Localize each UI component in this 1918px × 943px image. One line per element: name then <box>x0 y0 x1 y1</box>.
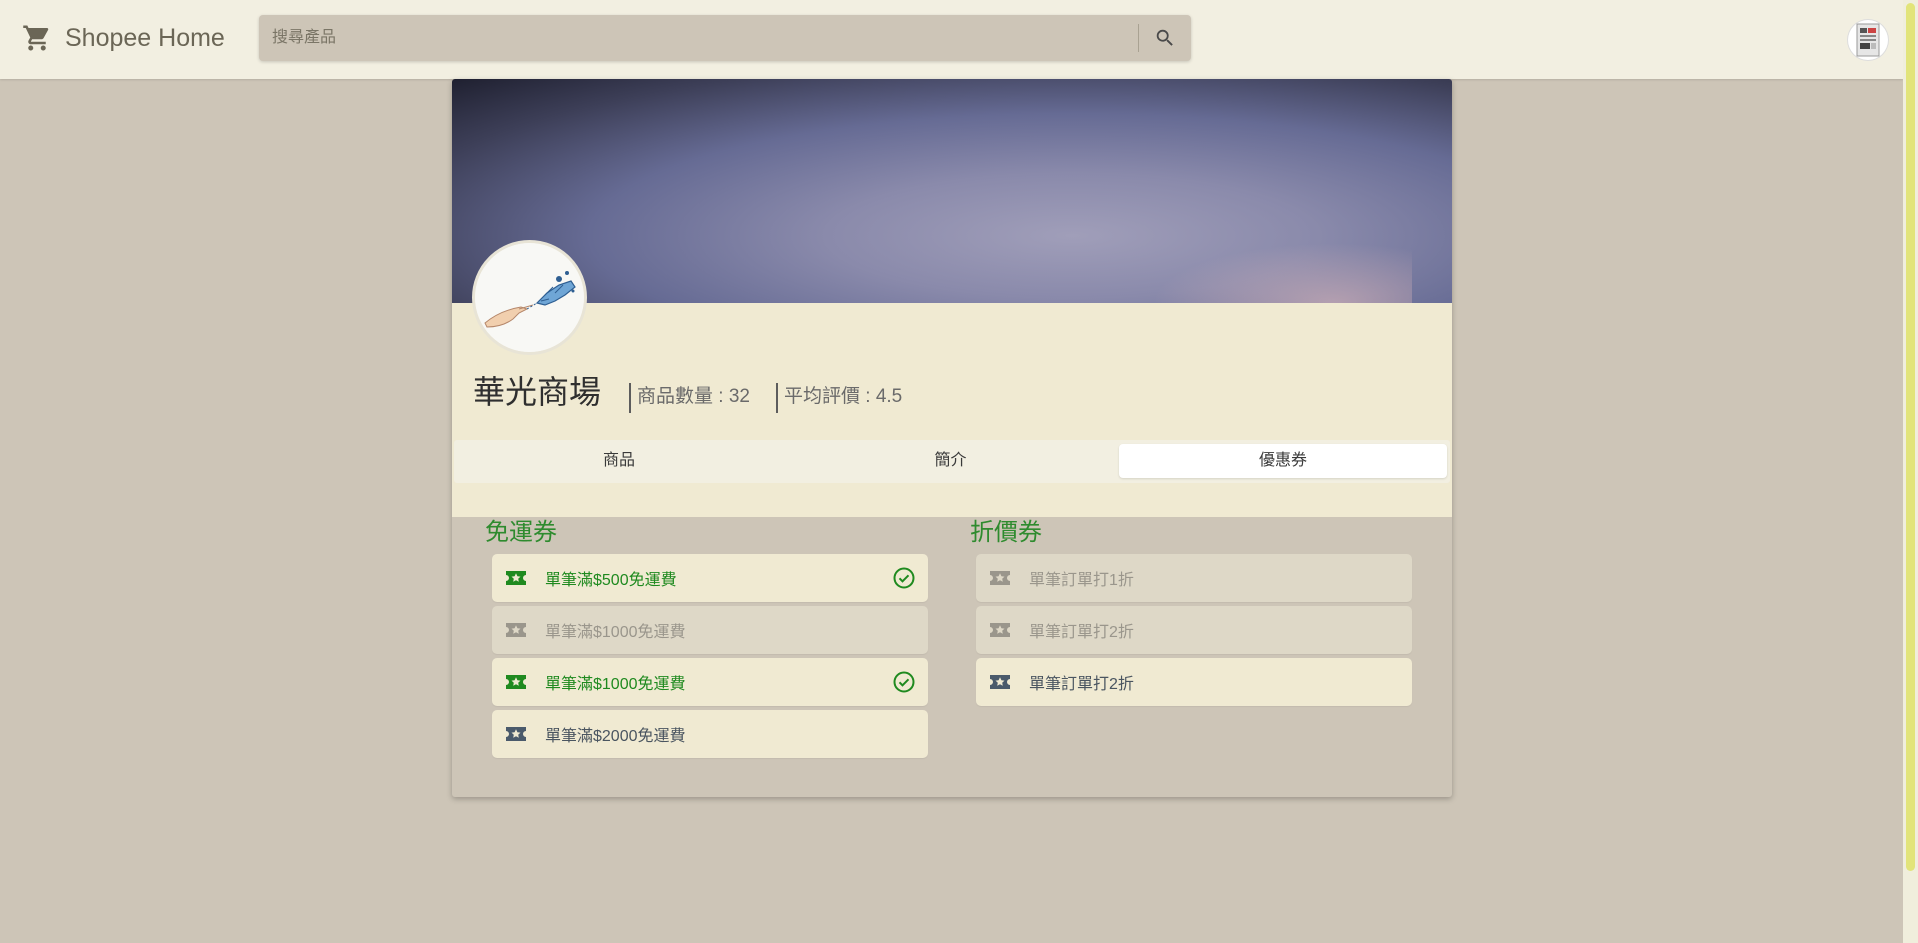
user-avatar[interactable] <box>1848 20 1888 60</box>
coupon-discount-3[interactable]: 單筆訂單打2折 <box>976 658 1412 706</box>
ticket-icon <box>989 621 1011 639</box>
check-circle-icon <box>892 670 916 694</box>
scrollbar-thumb[interactable] <box>1906 3 1915 871</box>
tab-intro[interactable]: 簡介 <box>784 444 1117 478</box>
ticket-icon <box>505 621 527 639</box>
shop-banner-image <box>452 79 1452 303</box>
shop-avatar <box>472 240 587 355</box>
average-rating: 平均評價 : 4.5 <box>776 383 902 413</box>
tab-products[interactable]: 商品 <box>454 444 784 478</box>
top-app-bar: Shopee Home <box>0 0 1903 79</box>
coupon-label: 單筆滿$500免運費 <box>545 572 677 589</box>
check-circle-icon <box>892 566 916 590</box>
banner-glow <box>1152 243 1412 303</box>
coupon-label: 單筆滿$1000免運費 <box>545 624 686 641</box>
search-bar <box>259 15 1191 61</box>
coupon-label: 單筆滿$2000免運費 <box>545 728 686 745</box>
shop-tabs: 商品 簡介 優惠券 <box>454 440 1450 483</box>
shop-card: 華光商場 商品數量 : 32 平均評價 : 4.5 商品 簡介 優惠券 免運券 … <box>452 79 1452 797</box>
discount-title: 折價券 <box>970 519 1042 546</box>
brand[interactable]: Shopee Home <box>20 18 225 58</box>
tab-coupons[interactable]: 優惠券 <box>1119 444 1447 478</box>
coupon-discount-2: 單筆訂單打2折 <box>976 606 1412 654</box>
brand-title: Shopee Home <box>65 23 225 52</box>
ticket-icon <box>989 569 1011 587</box>
shop-name: 華光商場 <box>473 374 602 410</box>
product-count: 商品數量 : 32 <box>629 383 750 413</box>
coupon-free-shipping-1[interactable]: 單筆滿$500免運費 <box>492 554 928 602</box>
coupon-free-shipping-2: 單筆滿$1000免運費 <box>492 606 928 654</box>
coupon-label: 單筆滿$1000免運費 <box>545 676 686 693</box>
coupon-free-shipping-4[interactable]: 單筆滿$2000免運費 <box>492 710 928 758</box>
search-input[interactable] <box>259 15 1139 61</box>
cart-icon <box>20 22 53 55</box>
coupon-label: 單筆訂單打1折 <box>1029 572 1134 589</box>
search-button[interactable] <box>1139 15 1191 61</box>
ticket-icon <box>989 673 1011 691</box>
search-icon <box>1156 29 1173 46</box>
ticket-icon <box>505 725 527 743</box>
coupon-label: 單筆訂單打2折 <box>1029 624 1134 641</box>
free-shipping-title: 免運券 <box>485 519 557 546</box>
coupon-free-shipping-3[interactable]: 單筆滿$1000免運費 <box>492 658 928 706</box>
ticket-icon <box>505 569 527 587</box>
page-scrollbar[interactable] <box>1903 0 1918 943</box>
coupon-discount-1: 單筆訂單打1折 <box>976 554 1412 602</box>
coupon-label: 單筆訂單打2折 <box>1029 676 1134 693</box>
ticket-icon <box>505 673 527 691</box>
shop-info-panel <box>452 303 1452 517</box>
